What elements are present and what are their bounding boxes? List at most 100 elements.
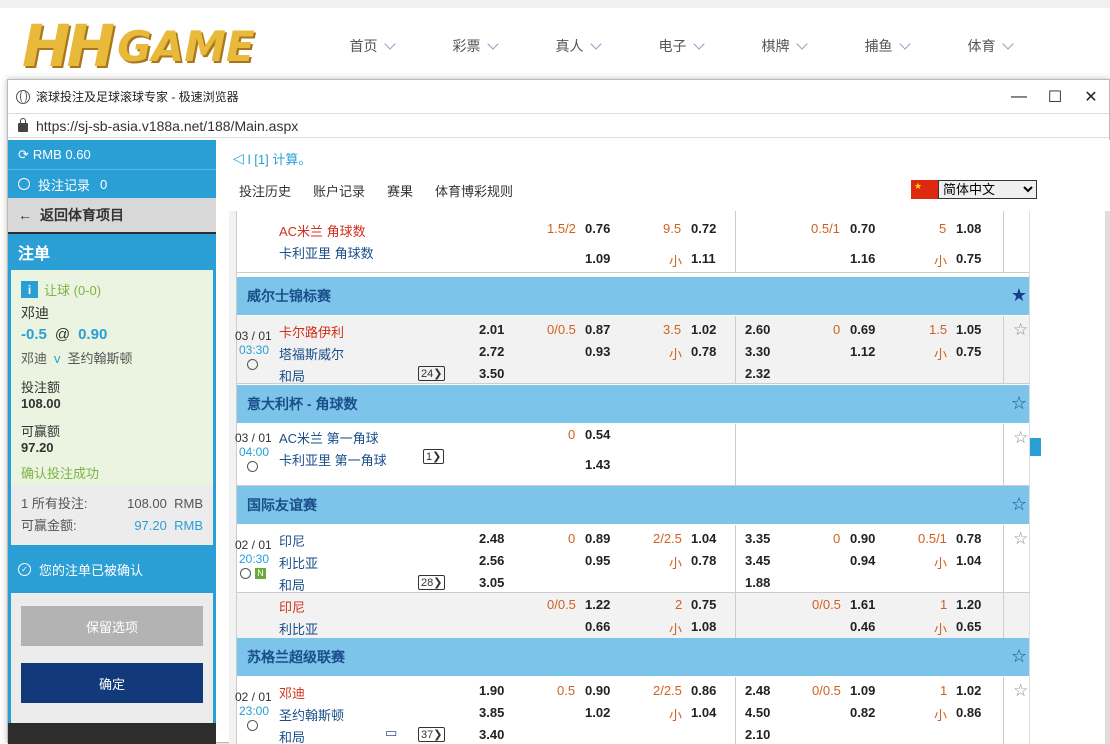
odds[interactable]: 0.95 xyxy=(585,553,610,568)
odds[interactable]: 0.87 xyxy=(585,322,610,337)
nav-lottery[interactable]: 彩票 xyxy=(423,36,526,56)
odds-1x2[interactable]: 2.10 xyxy=(745,727,770,742)
nav-fishing[interactable]: 捕鱼 xyxy=(835,36,938,56)
odds-1x2[interactable]: 2.48 xyxy=(745,683,770,698)
odds[interactable]: 0.90 xyxy=(850,531,875,546)
bet-records-bar[interactable]: 投注记录 0 xyxy=(8,169,216,198)
odds[interactable]: 1.09 xyxy=(850,683,875,698)
odds-1x2[interactable]: 2.32 xyxy=(745,366,770,381)
star-filled-icon[interactable]: ★ xyxy=(1011,285,1027,306)
nav-slots[interactable]: 电子 xyxy=(629,36,732,56)
odds-1x2[interactable]: 2.56 xyxy=(479,553,504,568)
star-outline-icon[interactable]: ☆ xyxy=(1011,494,1027,515)
minimize-button[interactable]: — xyxy=(1001,80,1037,114)
odds[interactable]: 1.11 xyxy=(691,251,716,266)
odds[interactable]: 0.66 xyxy=(585,619,610,634)
odds[interactable]: 0.78 xyxy=(956,531,981,546)
odds[interactable]: 0.89 xyxy=(585,531,610,546)
odds-1x2[interactable]: 3.05 xyxy=(479,575,504,590)
odds-1x2[interactable]: 2.72 xyxy=(479,344,504,359)
site-logo[interactable]: HH GAME xyxy=(22,12,255,80)
odds[interactable]: 1.16 xyxy=(850,251,875,266)
odds[interactable]: 0.78 xyxy=(691,344,716,359)
odds[interactable]: 1.02 xyxy=(585,705,610,720)
star-outline-icon[interactable]: ☆ xyxy=(1011,393,1027,414)
odds[interactable]: 1.02 xyxy=(691,322,716,337)
nav-live[interactable]: 真人 xyxy=(526,36,629,56)
away-team[interactable]: 卡利亚里 角球数 xyxy=(279,243,374,262)
odds-1x2[interactable]: 2.01 xyxy=(479,322,504,337)
home-team[interactable]: 印尼 xyxy=(279,597,305,616)
back-to-sports[interactable]: ← 返回体育项目 xyxy=(8,198,216,232)
odds-1x2[interactable]: 3.50 xyxy=(479,366,504,381)
odds[interactable]: 0.76 xyxy=(585,221,610,236)
odds[interactable]: 1.08 xyxy=(956,221,981,236)
odds[interactable]: 0.82 xyxy=(850,705,875,720)
odds-1x2[interactable]: 2.60 xyxy=(745,322,770,337)
odds[interactable]: 1.05 xyxy=(956,322,981,337)
keep-selection-button[interactable]: 保留选项 xyxy=(21,606,203,646)
home-team[interactable]: AC米兰 第一角球 xyxy=(279,428,379,447)
league-header[interactable]: 威尔士锦标赛 ★ xyxy=(237,277,1029,315)
star-outline-icon[interactable]: ☆ xyxy=(1013,529,1028,549)
odds[interactable]: 0.75 xyxy=(691,597,716,612)
menu-rules[interactable]: 体育博彩规则 xyxy=(435,181,513,200)
balance-bar[interactable]: ⟳ RMB 0.60 xyxy=(8,140,216,169)
ok-button[interactable]: 确定 xyxy=(21,663,203,703)
odds[interactable]: 1.20 xyxy=(956,597,981,612)
odds[interactable]: 0.69 xyxy=(850,322,875,337)
odds[interactable]: 1.04 xyxy=(691,531,716,546)
menu-account-records[interactable]: 账户记录 xyxy=(313,181,365,200)
announcement-ticker[interactable]: ◁ l [1] 计算。 xyxy=(229,140,1110,176)
odds[interactable]: 0.86 xyxy=(691,683,716,698)
maximize-button[interactable]: ☐ xyxy=(1037,80,1073,114)
odds-1x2[interactable]: 1.90 xyxy=(479,683,504,698)
odds-1x2[interactable]: 3.85 xyxy=(479,705,504,720)
odds[interactable]: 1.08 xyxy=(691,619,716,634)
away-team[interactable]: 卡利亚里 第一角球 xyxy=(279,450,387,469)
odds-1x2[interactable]: 3.35 xyxy=(745,531,770,546)
scrollbar-thumb[interactable] xyxy=(1030,438,1041,456)
odds[interactable]: 1.61 xyxy=(850,597,875,612)
table-scrollbar[interactable] xyxy=(1029,211,1049,744)
odds[interactable]: 0.72 xyxy=(691,221,716,236)
odds[interactable]: 0.94 xyxy=(850,553,875,568)
menu-results[interactable]: 赛果 xyxy=(387,181,413,200)
tv-icon[interactable]: ▭ xyxy=(385,725,397,741)
odds-1x2[interactable]: 1.88 xyxy=(745,575,770,590)
away-team[interactable]: 圣约翰斯顿 xyxy=(279,705,344,724)
star-outline-icon[interactable]: ☆ xyxy=(1013,681,1028,701)
more-markets-button[interactable]: 37❯ xyxy=(418,727,446,742)
nav-sports[interactable]: 体育 xyxy=(938,36,1041,56)
odds-1x2[interactable]: 3.30 xyxy=(745,344,770,359)
odds[interactable]: 1.02 xyxy=(956,683,981,698)
league-header[interactable]: 意大利杯 - 角球数 ☆ xyxy=(237,385,1029,423)
home-team[interactable]: AC米兰 角球数 xyxy=(279,221,366,240)
window-titlebar[interactable]: 滚球投注及足球滚球专家 - 极速浏览器 — ☐ ✕ xyxy=(8,80,1109,114)
odds[interactable]: 1.12 xyxy=(850,344,875,359)
home-team[interactable]: 邓迪 xyxy=(279,683,305,702)
odds[interactable]: 0.54 xyxy=(585,427,610,442)
away-team[interactable]: 利比亚 xyxy=(279,553,318,572)
more-markets-button[interactable]: 28❯ xyxy=(418,575,446,590)
odds-1x2[interactable]: 3.45 xyxy=(745,553,770,568)
home-team[interactable]: 卡尔路伊利 xyxy=(279,322,344,341)
odds-1x2[interactable]: 3.40 xyxy=(479,727,504,742)
odds[interactable]: 0.75 xyxy=(956,344,981,359)
url-bar[interactable]: https://sj-sb-asia.v188a.net/188/Main.as… xyxy=(8,114,1109,138)
more-markets-button[interactable]: 24❯ xyxy=(418,366,446,381)
star-outline-icon[interactable]: ☆ xyxy=(1013,320,1028,340)
language-select[interactable]: 简体中文 xyxy=(938,180,1037,199)
away-team[interactable]: 利比亚 xyxy=(279,619,318,638)
more-markets-button[interactable]: 1❯ xyxy=(423,449,445,464)
nav-cards[interactable]: 棋牌 xyxy=(732,36,835,56)
odds[interactable]: 0.65 xyxy=(956,619,981,634)
league-header[interactable]: 国际友谊赛 ☆ xyxy=(237,486,1029,524)
odds[interactable]: 0.46 xyxy=(850,619,875,634)
odds[interactable]: 0.75 xyxy=(956,251,981,266)
odds[interactable]: 1.09 xyxy=(585,251,610,266)
odds[interactable]: 0.86 xyxy=(956,705,981,720)
menu-bet-history[interactable]: 投注历史 xyxy=(239,181,291,200)
odds[interactable]: 0.78 xyxy=(691,553,716,568)
nav-home[interactable]: 首页 xyxy=(320,36,423,56)
